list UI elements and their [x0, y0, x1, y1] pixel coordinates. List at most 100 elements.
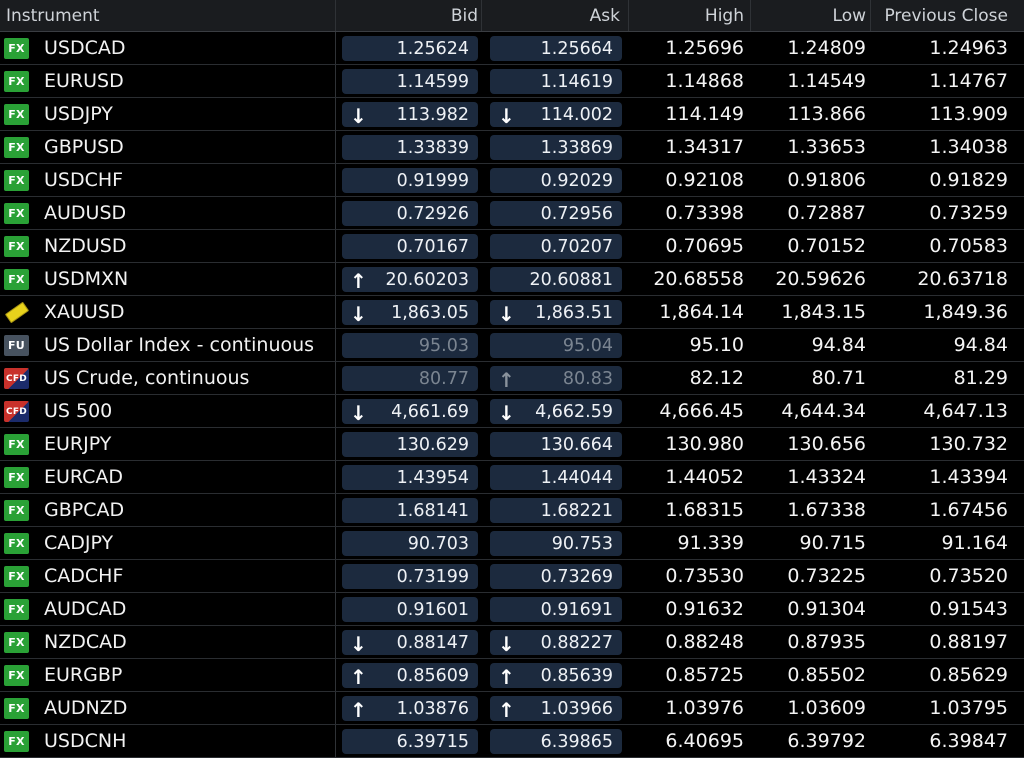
bid-value: 1,863.05 [391, 302, 469, 323]
bid-price-box[interactable]: 0.73199 [342, 564, 478, 589]
ask-price-box[interactable]: 90.753 [490, 531, 622, 556]
table-row[interactable]: FX AUDNZD ↑ 1.03876 ↑ 1.03966 1.03976 1.03609 1.… [0, 692, 1024, 725]
column-divider [335, 65, 336, 97]
low-value: 1.33653 [787, 136, 866, 158]
bid-price-box[interactable]: 130.629 [342, 432, 478, 457]
column-header-low[interactable]: Low [752, 0, 866, 31]
bid-price-box[interactable]: 1.43954 [342, 465, 478, 490]
ask-price-box[interactable]: 130.664 [490, 432, 622, 457]
ask-price-box[interactable]: 1.25664 [490, 36, 622, 61]
column-divider[interactable] [335, 0, 336, 31]
table-row[interactable]: FX EURGBP ↑ 0.85609 ↑ 0.85639 0.85725 0.85502 0.… [0, 659, 1024, 692]
ask-value: 0.88227 [540, 632, 613, 653]
previous-close-value: 113.909 [929, 103, 1008, 125]
ask-price-box[interactable]: ↓ 4,662.59 [490, 399, 622, 425]
table-row[interactable]: FX CADJPY 90.703 90.753 91.339 90.715 91.164 [0, 527, 1024, 560]
ask-price-box[interactable]: 1.44044 [490, 465, 622, 490]
bid-price-box[interactable]: 0.70167 [342, 234, 478, 259]
table-row[interactable]: FX EURCAD 1.43954 1.44044 1.44052 1.43324 1.43… [0, 461, 1024, 494]
bid-price-box[interactable]: ↓ 0.88147 [342, 630, 478, 656]
bid-price-box[interactable]: 95.03 [342, 333, 478, 358]
column-header-instrument[interactable]: Instrument [6, 0, 326, 31]
table-row[interactable]: FX USDCAD 1.25624 1.25664 1.25696 1.24809 1.24… [0, 32, 1024, 65]
ask-price-box[interactable]: 0.91691 [490, 597, 622, 622]
table-row[interactable]: FX NZDCAD ↓ 0.88147 ↓ 0.88227 0.88248 0.87935 0.… [0, 626, 1024, 659]
column-header-ask[interactable]: Ask [484, 0, 620, 31]
fx-badge-icon: FX [4, 731, 29, 752]
bid-price-box[interactable]: ↓ 1,863.05 [342, 300, 478, 326]
low-value: 0.87935 [787, 631, 866, 653]
bid-price-box[interactable]: 90.703 [342, 531, 478, 556]
ask-price-box[interactable]: 95.04 [490, 333, 622, 358]
instrument-name: AUDUSD [44, 202, 127, 224]
table-row[interactable]: FX CADCHF 0.73199 0.73269 0.73530 0.73225 0.73… [0, 560, 1024, 593]
bid-price-box[interactable]: ↑ 0.85609 [342, 663, 478, 689]
bid-price-box[interactable]: 1.33839 [342, 135, 478, 160]
table-row[interactable]: FX USDCNH 6.39715 6.39865 6.40695 6.39792 6.39… [0, 725, 1024, 758]
ask-price-box[interactable]: 0.70207 [490, 234, 622, 259]
arrow-up-icon: ↑ [350, 269, 367, 293]
ask-price-box[interactable]: ↓ 114.002 [490, 102, 622, 128]
ask-price-box[interactable]: 6.39865 [490, 729, 622, 754]
column-header-bid[interactable]: Bid [338, 0, 478, 31]
table-row[interactable]: FU US Dollar Index - continuous 95.03 95.04… [0, 329, 1024, 362]
table-row[interactable]: CFD US Crude, continuous 80.77 ↑ 80.83 82.12 8… [0, 362, 1024, 395]
ask-price-box[interactable]: 0.92029 [490, 168, 622, 193]
low-value: 0.91806 [787, 169, 866, 191]
table-row[interactable]: FX USDMXN ↑ 20.60203 20.60881 20.68558 20.5962… [0, 263, 1024, 296]
previous-close-value: 1.14767 [929, 70, 1008, 92]
bid-value: 0.85609 [396, 665, 469, 686]
column-header-high[interactable]: High [626, 0, 744, 31]
table-row[interactable]: FX AUDCAD 0.91601 0.91691 0.91632 0.91304 0.91… [0, 593, 1024, 626]
column-divider[interactable] [481, 0, 482, 31]
arrow-down-icon: ↓ [350, 632, 367, 656]
column-divider[interactable] [870, 0, 871, 31]
bid-price-box[interactable]: ↑ 20.60203 [342, 267, 478, 293]
bid-price-box[interactable]: ↓ 113.982 [342, 102, 478, 128]
ask-price-box[interactable]: 0.73269 [490, 564, 622, 589]
bid-price-box[interactable]: 1.68141 [342, 498, 478, 523]
ask-value: 130.664 [540, 434, 613, 455]
ask-price-box[interactable]: ↓ 0.88227 [490, 630, 622, 656]
table-row[interactable]: FX USDCHF 0.91999 0.92029 0.92108 0.91806 0.91… [0, 164, 1024, 197]
table-row[interactable]: FX EURUSD 1.14599 1.14619 1.14868 1.14549 1.14… [0, 65, 1024, 98]
ask-price-box[interactable]: ↑ 1.03966 [490, 696, 622, 722]
column-divider[interactable] [750, 0, 751, 31]
previous-close-value: 91.164 [941, 532, 1008, 554]
ask-price-box[interactable]: ↑ 80.83 [490, 366, 622, 392]
arrow-up-icon: ↑ [498, 665, 515, 689]
table-row[interactable]: FX GBPUSD 1.33839 1.33869 1.34317 1.33653 1.34… [0, 131, 1024, 164]
bid-price-box[interactable]: 0.91601 [342, 597, 478, 622]
low-value: 0.72887 [787, 202, 866, 224]
ask-price-box[interactable]: ↑ 0.85639 [490, 663, 622, 689]
table-row[interactable]: FX EURJPY 130.629 130.664 130.980 130.656 130.… [0, 428, 1024, 461]
bid-price-box[interactable]: 0.72926 [342, 201, 478, 226]
table-row[interactable]: XAUUSD ↓ 1,863.05 ↓ 1,863.51 1,864.14 1,843.15… [0, 296, 1024, 329]
previous-close-value: 1.24963 [929, 37, 1008, 59]
bid-price-box[interactable]: 0.91999 [342, 168, 478, 193]
table-row[interactable]: FX NZDUSD 0.70167 0.70207 0.70695 0.70152 0.70… [0, 230, 1024, 263]
ask-price-box[interactable]: ↓ 1,863.51 [490, 300, 622, 326]
table-row[interactable]: FX AUDUSD 0.72926 0.72956 0.73398 0.72887 0.73… [0, 197, 1024, 230]
table-row[interactable]: CFD US 500 ↓ 4,661.69 ↓ 4,662.59 4,666.45 4,644… [0, 395, 1024, 428]
high-value: 1.34317 [665, 136, 744, 158]
table-row[interactable]: FX USDJPY ↓ 113.982 ↓ 114.002 114.149 113.866 11… [0, 98, 1024, 131]
ask-price-box[interactable]: 1.14619 [490, 69, 622, 94]
ask-price-box[interactable]: 1.33869 [490, 135, 622, 160]
arrow-up-icon: ↑ [350, 665, 367, 689]
ask-price-box[interactable]: 0.72956 [490, 201, 622, 226]
ask-price-box[interactable]: 1.68221 [490, 498, 622, 523]
bid-price-box[interactable]: 80.77 [342, 366, 478, 391]
bid-price-box[interactable]: 1.25624 [342, 36, 478, 61]
bid-price-box[interactable]: 1.14599 [342, 69, 478, 94]
bid-price-box[interactable]: ↑ 1.03876 [342, 696, 478, 722]
bid-price-box[interactable]: ↓ 4,661.69 [342, 399, 478, 425]
high-value: 1.03976 [665, 697, 744, 719]
column-header-previous-close[interactable]: Previous Close [872, 0, 1008, 31]
ask-value: 1.03966 [540, 698, 613, 719]
table-row[interactable]: FX GBPCAD 1.68141 1.68221 1.68315 1.67338 1.67… [0, 494, 1024, 527]
ask-price-box[interactable]: 20.60881 [490, 267, 622, 292]
bid-value: 0.91601 [396, 599, 469, 620]
column-divider[interactable] [628, 0, 629, 31]
bid-price-box[interactable]: 6.39715 [342, 729, 478, 754]
